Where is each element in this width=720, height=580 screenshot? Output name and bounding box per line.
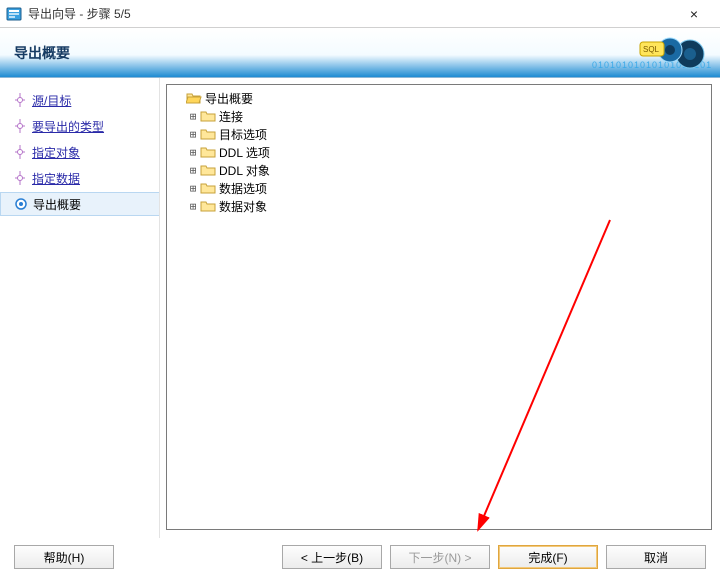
steps-sidebar: 源/目标 要导出的类型 指定对象 指定数据 导出概要 bbox=[0, 78, 160, 538]
tree-node-label: DDL 选项 bbox=[219, 144, 270, 161]
wizard-button-bar: 帮助(H) < 上一步(B) 下一步(N) > 完成(F) 取消 bbox=[0, 540, 720, 574]
close-icon: × bbox=[690, 6, 698, 22]
tree-node-ddl-objects[interactable]: ⊞ DDL 对象 bbox=[187, 161, 705, 179]
help-button[interactable]: 帮助(H) bbox=[14, 545, 114, 569]
folder-icon bbox=[199, 144, 217, 160]
close-button[interactable]: × bbox=[674, 0, 714, 28]
folder-icon bbox=[199, 162, 217, 178]
step-label: 源/目标 bbox=[32, 92, 71, 109]
folder-icon bbox=[199, 108, 217, 124]
next-button: 下一步(N) > bbox=[390, 545, 490, 569]
step-done-icon bbox=[10, 145, 30, 159]
folder-icon bbox=[199, 126, 217, 142]
step-label: 指定对象 bbox=[32, 144, 80, 161]
tree-node-label: 数据对象 bbox=[219, 198, 267, 215]
tree-node-ddl-options[interactable]: ⊞ DDL 选项 bbox=[187, 143, 705, 161]
tree-node-label: 目标选项 bbox=[219, 126, 267, 143]
cancel-button-label: 取消 bbox=[644, 549, 668, 566]
tree-expander-icon[interactable]: ⊞ bbox=[187, 164, 199, 177]
sidebar-step-source-target[interactable]: 源/目标 bbox=[0, 88, 159, 112]
tree-root[interactable]: 导出概要 bbox=[173, 89, 705, 107]
page-heading: 导出概要 bbox=[14, 43, 70, 63]
summary-tree[interactable]: 导出概要 ⊞ 连接 ⊞ 目标选项 ⊞ DDL 选项 bbox=[166, 84, 712, 530]
back-button-label: < 上一步(B) bbox=[301, 549, 363, 566]
sidebar-step-objects[interactable]: 指定对象 bbox=[0, 140, 159, 164]
step-label: 指定数据 bbox=[32, 170, 80, 187]
tree-expander-icon[interactable]: ⊞ bbox=[187, 146, 199, 159]
tree-root-label: 导出概要 bbox=[205, 90, 253, 107]
tree-node-target-options[interactable]: ⊞ 目标选项 bbox=[187, 125, 705, 143]
step-current-icon bbox=[11, 197, 31, 211]
svg-text:SQL: SQL bbox=[643, 45, 660, 54]
wizard-banner: 导出概要 0101010101010101010101010101 SQL bbox=[0, 28, 720, 78]
title-bar: 导出向导 - 步骤 5/5 × bbox=[0, 0, 720, 28]
tree-node-data-options[interactable]: ⊞ 数据选项 bbox=[187, 179, 705, 197]
next-button-label: 下一步(N) > bbox=[408, 549, 471, 566]
tree-expander-icon[interactable]: ⊞ bbox=[187, 182, 199, 195]
tree-node-label: 数据选项 bbox=[219, 180, 267, 197]
step-label: 导出概要 bbox=[33, 196, 81, 213]
sidebar-step-data[interactable]: 指定数据 bbox=[0, 166, 159, 190]
step-done-icon bbox=[10, 93, 30, 107]
tree-node-connection[interactable]: ⊞ 连接 bbox=[187, 107, 705, 125]
step-label: 要导出的类型 bbox=[32, 118, 104, 135]
tree-expander-icon[interactable]: ⊞ bbox=[187, 128, 199, 141]
finish-button[interactable]: 完成(F) bbox=[498, 545, 598, 569]
folder-icon bbox=[199, 180, 217, 196]
tree-node-label: DDL 对象 bbox=[219, 162, 270, 179]
finish-button-label: 完成(F) bbox=[528, 549, 567, 566]
back-button[interactable]: < 上一步(B) bbox=[282, 545, 382, 569]
sidebar-step-summary: 导出概要 bbox=[0, 192, 159, 216]
cancel-button[interactable]: 取消 bbox=[606, 545, 706, 569]
app-icon bbox=[6, 6, 22, 22]
step-done-icon bbox=[10, 171, 30, 185]
tree-node-label: 连接 bbox=[219, 108, 243, 125]
banner-graphic: 0101010101010101010101010101 SQL bbox=[592, 32, 712, 74]
help-button-label: 帮助(H) bbox=[44, 549, 85, 566]
tree-expander-icon[interactable]: ⊞ bbox=[187, 200, 199, 213]
sidebar-step-export-types[interactable]: 要导出的类型 bbox=[0, 114, 159, 138]
step-done-icon bbox=[10, 119, 30, 133]
tree-node-data-objects[interactable]: ⊞ 数据对象 bbox=[187, 197, 705, 215]
window-title: 导出向导 - 步骤 5/5 bbox=[28, 5, 674, 22]
tree-expander-icon[interactable]: ⊞ bbox=[187, 110, 199, 123]
folder-icon bbox=[199, 198, 217, 214]
folder-open-icon bbox=[185, 90, 203, 106]
